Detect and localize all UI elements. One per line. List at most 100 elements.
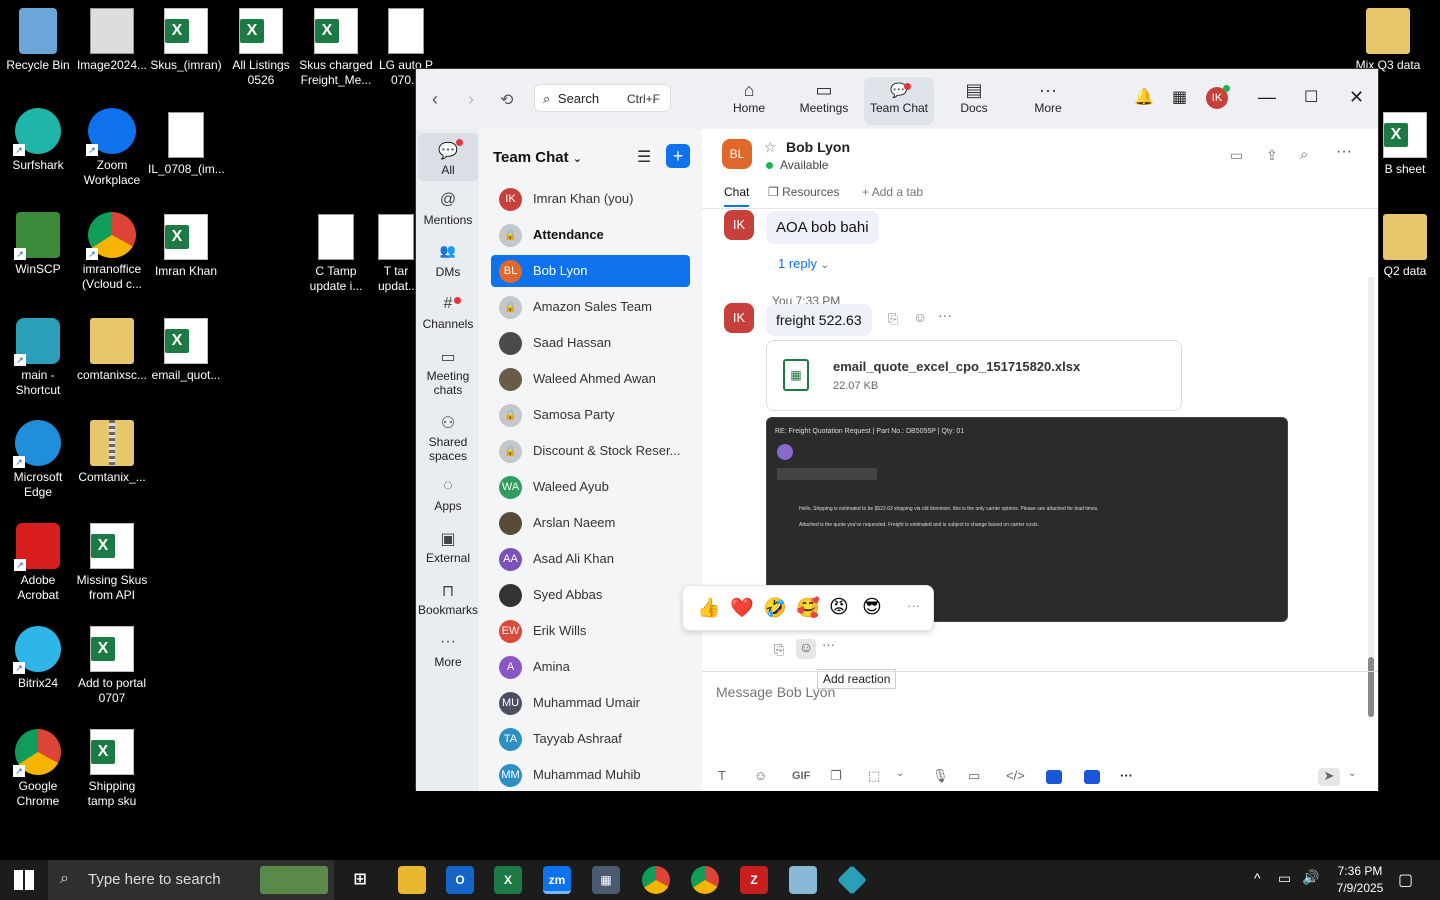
message-input[interactable] (716, 680, 1356, 704)
task-view-icon[interactable]: ⊞ (346, 866, 374, 894)
desktop-icon-q2-data[interactable]: Q2 data (1370, 214, 1440, 279)
chat-list-item[interactable]: Waleed Ahmed Awan (491, 363, 690, 395)
desktop-icon-edge[interactable]: Microsoft Edge (0, 420, 76, 500)
message-bubble[interactable]: AOA bob bahi (766, 211, 879, 244)
nav-apps[interactable]: ◌ Apps (418, 477, 478, 513)
share-screen-icon[interactable]: ⇪ (1266, 147, 1278, 164)
desktop-icon-b-sheet[interactable]: B sheet (1370, 112, 1440, 177)
desktop-icon-acrobat[interactable]: Adobe Acrobat (0, 523, 76, 603)
desktop-icon-add-to-portal[interactable]: Add to portal 0707 (74, 626, 150, 706)
desktop-icon-c-tamp[interactable]: C Tamp update i... (298, 214, 374, 294)
bell-icon[interactable]: 🔔 (1134, 87, 1154, 107)
search-icon[interactable]: ⌕ (1300, 146, 1308, 163)
message-bubble[interactable]: freight 522.63 (766, 304, 872, 336)
message-avatar[interactable]: IK (724, 210, 754, 240)
tab-more[interactable]: ··· More (1013, 77, 1083, 125)
desktop-icon-email-quot[interactable]: email_quot... (148, 318, 224, 383)
reply-icon[interactable]: ⎘ (888, 311, 898, 327)
chat-list-item[interactable]: MU Muhammad Umair (491, 687, 690, 719)
desktop-icon-bitrix24[interactable]: Bitrix24 (0, 626, 76, 691)
windows-start-icon[interactable] (14, 870, 34, 890)
desktop-icon-skus-imran[interactable]: Skus_(imran) (148, 8, 224, 73)
chat-list-item[interactable]: Saad Hassan (491, 327, 690, 359)
nav-mentions[interactable]: @ Mentions (418, 191, 478, 227)
file-attachment[interactable]: ▦ email_quote_excel_cpo_151715820.xlsx 2… (766, 340, 1182, 411)
chat-list-item[interactable]: TA Tayyab Ashraaf (491, 723, 690, 755)
desktop-icon-recycle-bin[interactable]: Recycle Bin (0, 8, 76, 73)
reply-count-link[interactable]: 1 reply ⌄ (778, 256, 829, 271)
video-message-icon[interactable]: ▭ (968, 768, 980, 784)
emoji-icon[interactable]: ☺ (754, 768, 767, 783)
add-tab[interactable]: + Add a tab (862, 185, 923, 199)
emoji-icon[interactable]: ☺ (913, 309, 927, 325)
contact-avatar[interactable]: BL (722, 139, 752, 169)
chat-list-item[interactable]: A Amina (491, 651, 690, 683)
desktop-icon-il0708[interactable]: IL_0708_(im... (148, 112, 225, 177)
zoom-taskbar-icon[interactable]: zm (543, 866, 571, 894)
chat-list-item[interactable]: BL Bob Lyon (491, 255, 690, 287)
desktop-icon-t-tar[interactable]: T tar updat... (378, 214, 414, 294)
screenshot-icon[interactable]: ⬚ (868, 768, 880, 784)
tab-chat[interactable]: Chat (724, 185, 750, 207)
notepad-icon[interactable] (789, 866, 817, 894)
forward-icon[interactable]: › (468, 89, 474, 110)
reply-icon[interactable]: ⎘ (774, 642, 784, 658)
reaction-emoji[interactable]: 👍 (697, 596, 721, 620)
chevron-up-icon[interactable]: ^ (1254, 870, 1261, 886)
tab-meetings[interactable]: ▭ Meetings (789, 77, 859, 125)
desktop-icon-all-listings[interactable]: All Listings 0526 (223, 8, 299, 88)
desktop-icon-imran-khan[interactable]: Imran Khan (148, 214, 224, 279)
tab-resources[interactable]: ❐ Resources (768, 185, 839, 199)
new-chat-icon[interactable]: + (666, 144, 690, 168)
chat-list-item[interactable]: WA Waleed Ayub (491, 471, 690, 503)
more-options-icon[interactable]: ··· (822, 637, 835, 652)
reaction-emoji[interactable]: ❤️ (730, 596, 754, 620)
history-icon[interactable]: ⟲ (500, 90, 513, 110)
chevron-down-icon[interactable]: ⌄ (896, 768, 904, 779)
desktop-icon-comtanix[interactable]: Comtanix_... (74, 420, 150, 485)
nav-all[interactable]: 💬 All (418, 133, 478, 181)
more-tools-icon[interactable]: ··· (1120, 768, 1133, 783)
desktop-icon-comtanixsc[interactable]: comtanixsc... (74, 318, 150, 383)
zoom-app-icon[interactable] (1046, 770, 1062, 784)
desktop-icon-zoom[interactable]: Zoom Workplace (74, 108, 150, 188)
desktop-icon-missing-skus[interactable]: Missing Skus from API (74, 523, 150, 603)
chat-list-item[interactable]: Arslan Naeem (491, 507, 690, 539)
calculator-icon[interactable]: ▦ (592, 866, 620, 894)
scrollbar-track[interactable] (1368, 277, 1374, 717)
app-diamond-icon[interactable] (837, 865, 867, 895)
message-avatar[interactable]: IK (724, 303, 754, 333)
reaction-emoji[interactable]: 😡 (829, 596, 849, 619)
chrome-profile-taskbar-icon[interactable] (691, 866, 719, 894)
send-options-icon[interactable]: ⌄ (1348, 768, 1356, 779)
back-icon[interactable]: ‹ (432, 89, 438, 110)
maximize-icon[interactable]: ☐ (1304, 87, 1318, 107)
desktop-icon-surfshark[interactable]: Surfshark (0, 108, 76, 173)
tab-docs[interactable]: ▤ Docs (939, 77, 1009, 125)
nav-meeting-chats[interactable]: ▭ Meeting chats (418, 347, 478, 397)
chat-list-item[interactable]: Syed Abbas (491, 579, 690, 611)
add-reaction-icon[interactable]: ☺ (796, 639, 816, 659)
desktop-icon-shipping-tamp[interactable]: Shipping tamp sku (74, 729, 150, 809)
tab-home[interactable]: ⌂ Home (714, 77, 784, 125)
nav-more[interactable]: ··· More (418, 633, 478, 669)
desktop-icon-imranoffice[interactable]: imranoffice (Vcloud c... (74, 212, 150, 292)
desktop-icon-mix-q3[interactable]: Mix Q3 data (1350, 8, 1426, 73)
desktop-icon-winscp[interactable]: WinSCP (0, 212, 76, 277)
chat-list-item[interactable]: MM Muhammad Muhib (491, 759, 690, 791)
volume-icon[interactable]: 🔊 (1302, 869, 1319, 886)
nav-shared-spaces[interactable]: ⚇ Shared spaces (418, 413, 478, 463)
chat-list-item[interactable]: 🔒 Samosa Party (491, 399, 690, 431)
chat-list-title[interactable]: Team Chat ⌄ (493, 149, 582, 166)
reaction-emoji[interactable]: 🥰 (796, 596, 820, 620)
network-icon[interactable]: ▭ (1278, 870, 1291, 887)
excel-icon[interactable]: X (494, 866, 522, 894)
file-explorer-icon[interactable] (398, 866, 426, 894)
nav-dms[interactable]: 👥 DMs (418, 243, 478, 279)
microphone-icon[interactable]: 🎙 (932, 768, 949, 784)
taskbar-search[interactable]: ⌕ Type here to search (48, 860, 334, 900)
search-box[interactable]: ⌕ Search Ctrl+F (534, 84, 671, 112)
nav-external[interactable]: ▣ External (418, 529, 478, 565)
chrome-taskbar-icon[interactable] (642, 866, 670, 894)
clock[interactable]: 7:36 PM 7/9/2025 (1330, 863, 1390, 897)
